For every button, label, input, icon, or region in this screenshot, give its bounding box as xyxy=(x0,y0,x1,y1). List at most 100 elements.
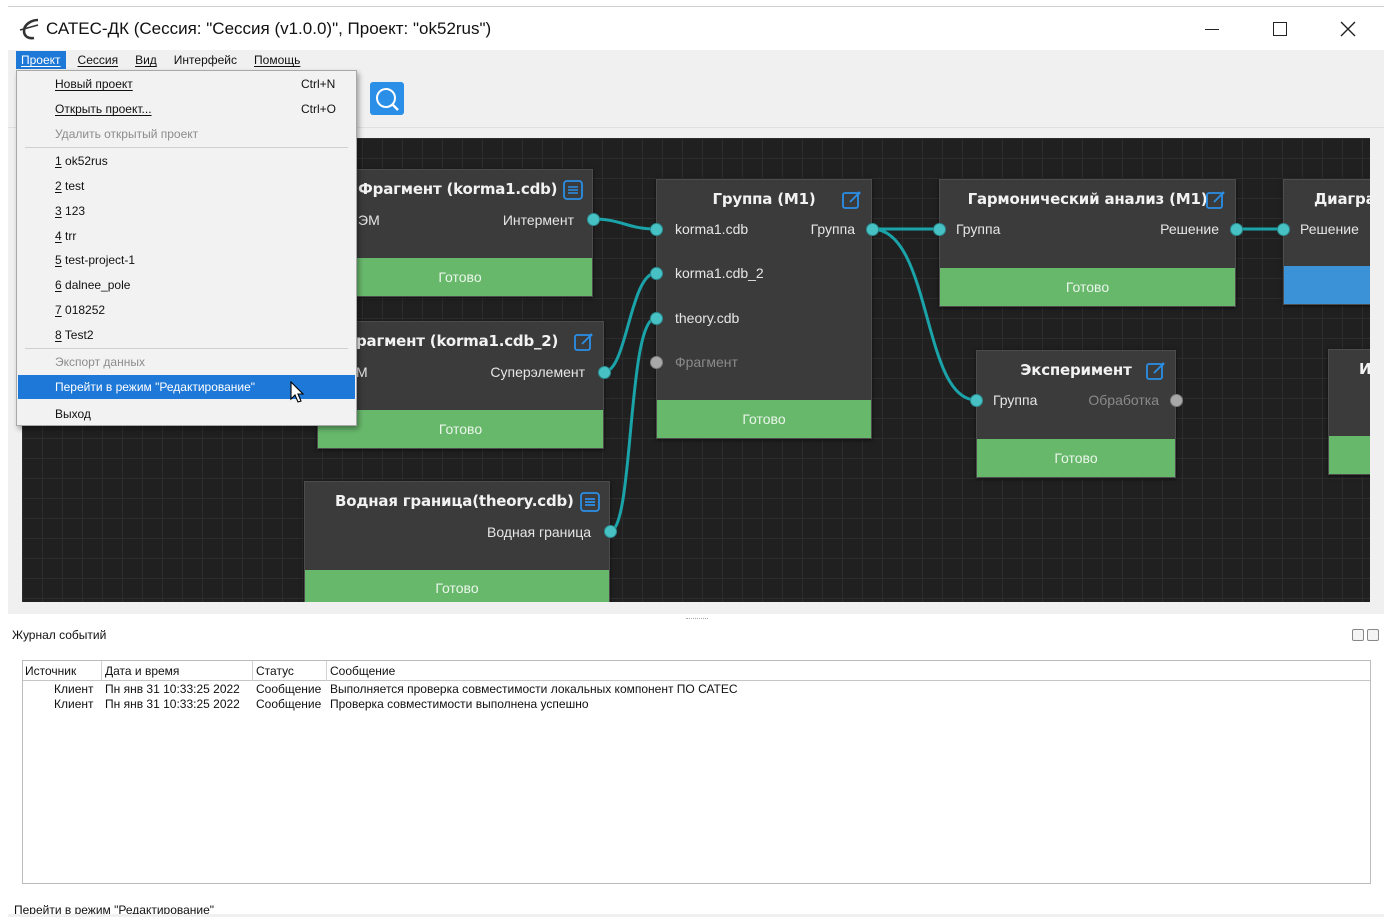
port-label: ЭМ xyxy=(358,212,380,228)
menu-item-label: Открыть проект... xyxy=(55,102,152,116)
column-status[interactable]: Статус xyxy=(256,664,294,678)
menu-item-recent-7[interactable]: 7 018252 xyxy=(18,298,355,322)
port-input[interactable] xyxy=(650,356,663,369)
menu-item-recent-3[interactable]: 3 123 xyxy=(18,199,355,223)
port-label: Решение xyxy=(1160,221,1219,237)
menu-session[interactable]: Сессия xyxy=(73,51,124,69)
cell-message: Выполняется проверка совместимости локал… xyxy=(330,682,738,696)
node-fragment-korma1-2[interactable]: рагмент (korma1.cdb_2) М Суперэлемент Го… xyxy=(317,321,604,449)
port-output[interactable] xyxy=(604,525,617,538)
node-fragment-korma1[interactable]: Фрагмент (korma1.cdb) ЭМ Интермент Готов… xyxy=(327,169,593,297)
menu-interface[interactable]: Интерфейс xyxy=(169,51,242,69)
menu-bar: Проект Сессия Вид Интерфейс Помощь xyxy=(8,50,1384,70)
column-message[interactable]: Сообщение xyxy=(330,664,395,678)
node-status-bar xyxy=(1329,436,1370,474)
list-icon[interactable] xyxy=(562,179,584,201)
recent-name: Test2 xyxy=(61,328,94,342)
table-row[interactable]: Клиент Пн янв 31 10:33:25 2022 Сообщение… xyxy=(23,697,1370,712)
edit-icon[interactable] xyxy=(573,331,595,353)
menu-item-label: Новый проект xyxy=(55,77,133,91)
recent-number: 3 xyxy=(55,204,62,218)
search-button[interactable] xyxy=(370,82,404,115)
float-panel-button[interactable] xyxy=(1352,629,1364,641)
cell-source: Клиент xyxy=(54,697,94,711)
recent-name: test xyxy=(61,179,85,193)
menu-view[interactable]: Вид xyxy=(130,51,162,69)
menu-separator xyxy=(25,348,348,349)
port-input[interactable] xyxy=(933,223,946,236)
port-output[interactable] xyxy=(1230,223,1243,236)
table-row[interactable]: Клиент Пн янв 31 10:33:25 2022 Сообщение… xyxy=(23,682,1370,697)
cell-datetime: Пн янв 31 10:33:25 2022 xyxy=(105,697,240,711)
node-diagram[interactable]: Диагра Решение xyxy=(1283,179,1370,305)
port-label: Группа xyxy=(810,221,855,237)
recent-name: 018252 xyxy=(61,303,106,317)
column-source[interactable]: Источник xyxy=(25,664,76,678)
project-menu-dropdown: Новый проект Ctrl+N Открыть проект... Ct… xyxy=(16,70,357,426)
title-bar: САТЕС-ДК (Сессия: "Сессия (v1.0.0)", Про… xyxy=(8,6,1384,50)
port-output[interactable] xyxy=(587,213,600,226)
close-panel-button[interactable] xyxy=(1367,629,1379,641)
node-harmonic-analysis[interactable]: Гармонический анализ (M1) Группа Решение… xyxy=(939,179,1236,307)
port-input[interactable] xyxy=(1277,223,1290,236)
column-datetime[interactable]: Дата и время xyxy=(105,664,179,678)
port-input[interactable] xyxy=(970,394,983,407)
port-output[interactable] xyxy=(866,223,879,236)
port-label: Водная граница xyxy=(486,524,591,540)
cell-source: Клиент xyxy=(54,682,94,696)
port-output[interactable] xyxy=(1170,394,1183,407)
recent-name: test-project-1 xyxy=(61,253,136,267)
close-icon xyxy=(1340,21,1356,37)
menu-item-new-project[interactable]: Новый проект Ctrl+N xyxy=(18,72,355,96)
node-group[interactable]: Группа (M1) korma1.cdb korma1.cdb_2 theo… xyxy=(656,179,872,439)
menu-item-recent-6[interactable]: 6 dalnee_pole xyxy=(18,273,355,297)
wire-water-group xyxy=(609,316,657,533)
app-logo-icon xyxy=(18,16,44,42)
event-log-table[interactable]: Источник Дата и время Статус Сообщение К… xyxy=(22,660,1371,884)
cell-status: Сообщение xyxy=(256,697,322,711)
recent-number: 2 xyxy=(55,179,62,193)
node-title: И xyxy=(1359,360,1370,378)
recent-number: 4 xyxy=(55,229,62,243)
menu-project[interactable]: Проект xyxy=(16,51,66,69)
node-status: Готово xyxy=(318,410,603,448)
menu-item-recent-2[interactable]: 2 test xyxy=(18,174,355,198)
minimize-button[interactable] xyxy=(1178,7,1246,51)
menu-item-open-project[interactable]: Открыть проект... Ctrl+O xyxy=(18,97,355,121)
node-experiment[interactable]: Эксперимент Группа Обработка Готово xyxy=(976,350,1176,478)
node-title: Гармонический анализ (M1) xyxy=(967,190,1208,208)
port-input[interactable] xyxy=(650,223,663,236)
menu-item-recent-5[interactable]: 5 test-project-1 xyxy=(18,248,355,272)
port-label: Обработка xyxy=(1088,392,1159,408)
edit-icon[interactable] xyxy=(1145,360,1167,382)
menu-item-recent-8[interactable]: 8 Test2 xyxy=(18,323,355,347)
menu-separator xyxy=(25,147,348,148)
menu-item-exit[interactable]: Выход xyxy=(18,402,355,426)
port-label: theory.cdb xyxy=(675,310,740,326)
minimize-icon xyxy=(1205,28,1219,30)
menu-help[interactable]: Помощь xyxy=(249,51,305,69)
menu-item-label: Удалить открытый проект xyxy=(55,127,199,141)
edit-icon[interactable] xyxy=(841,189,863,211)
port-input[interactable] xyxy=(650,312,663,325)
node-water-boundary[interactable]: Водная граница(theory.cdb) Водная границ… xyxy=(304,481,610,602)
list-icon[interactable] xyxy=(579,491,601,513)
port-label: korma1.cdb xyxy=(675,221,749,237)
menu-item-recent-1[interactable]: 1 ok52rus xyxy=(18,149,355,173)
maximize-button[interactable] xyxy=(1246,7,1314,51)
recent-number: 8 xyxy=(55,328,62,342)
edit-icon[interactable] xyxy=(1205,189,1227,211)
recent-number: 6 xyxy=(55,278,62,292)
cell-message: Проверка совместимости выполнена успешно xyxy=(330,697,589,711)
menu-item-export-data: Экспорт данных xyxy=(18,350,355,374)
node-status: Готово xyxy=(305,570,609,602)
menu-item-recent-4[interactable]: 4 trr xyxy=(18,224,355,248)
recent-number: 7 xyxy=(55,303,62,317)
port-input[interactable] xyxy=(650,267,663,280)
close-button[interactable] xyxy=(1314,7,1382,51)
port-output[interactable] xyxy=(598,366,611,379)
node-partial[interactable]: И xyxy=(1328,349,1370,475)
splitter-handle[interactable] xyxy=(686,618,708,620)
port-label: Группа xyxy=(956,221,1001,237)
node-status: Готово xyxy=(328,258,592,296)
